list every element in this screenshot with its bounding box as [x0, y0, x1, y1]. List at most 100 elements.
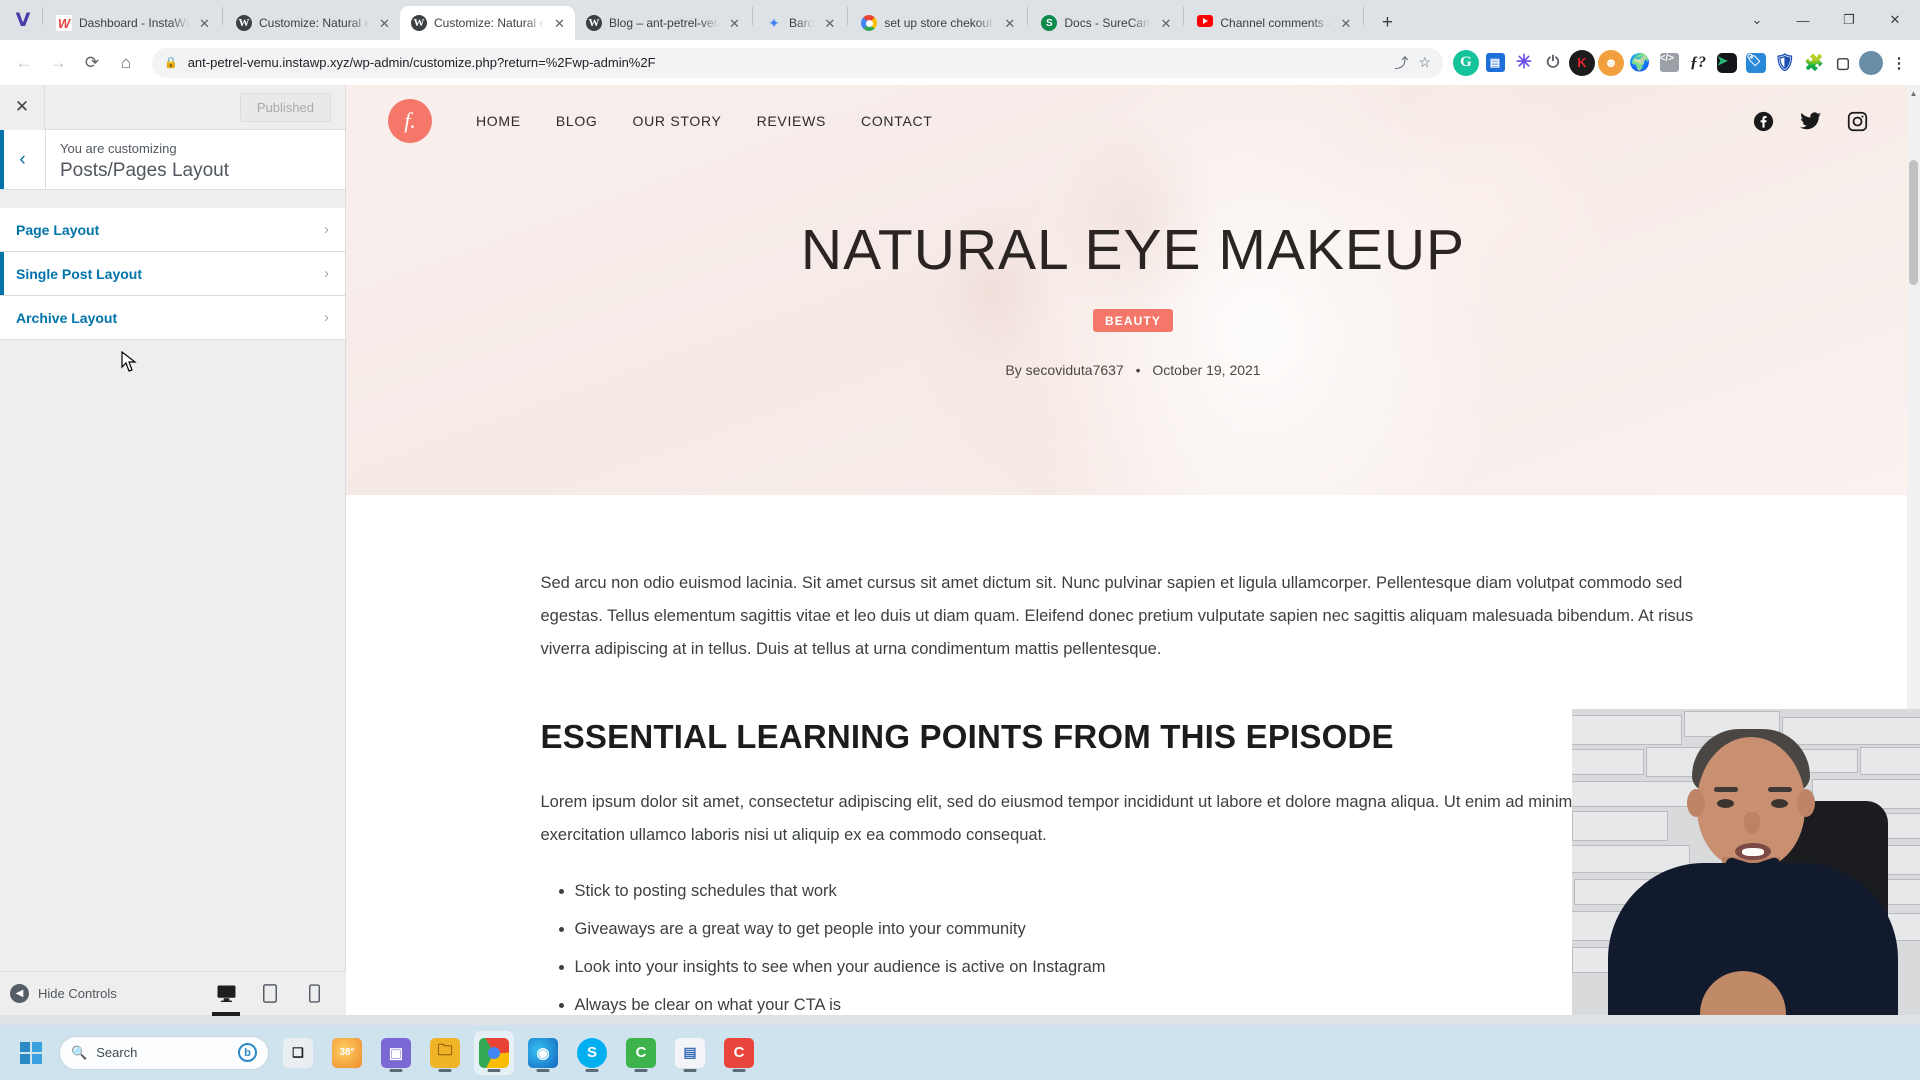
tab-title: Customize: Natural eye m — [434, 16, 544, 30]
browser-tab-0[interactable]: W Dashboard - InstaWP ✕ — [45, 6, 220, 40]
tablet-preview-icon[interactable] — [248, 972, 292, 1016]
tab-list-chevron-down-icon[interactable]: ⌄ — [1734, 4, 1780, 36]
taskview-button[interactable]: ❑ — [278, 1031, 318, 1075]
close-icon[interactable]: ✕ — [196, 15, 213, 32]
person-ear-right — [1797, 789, 1815, 817]
cursor-extension-icon[interactable]: ➤ — [1714, 50, 1740, 76]
new-tab-button[interactable]: + — [1372, 7, 1402, 37]
star-icon[interactable]: ☆ — [1418, 54, 1431, 71]
nav-link-reviews[interactable]: REVIEWS — [757, 113, 826, 129]
back-chevron-icon[interactable]: ‹ — [0, 130, 46, 189]
tag-extension-icon[interactable]: 🏷 — [1743, 50, 1769, 76]
edge-taskbar-icon[interactable]: ◉ — [523, 1031, 563, 1075]
running-indicator — [487, 1068, 501, 1072]
site-logo[interactable]: f. — [388, 99, 432, 143]
nav-link-our-story[interactable]: OUR STORY — [633, 113, 722, 129]
sidebar-item-label: Single Post Layout — [16, 265, 143, 282]
publish-button[interactable]: Published — [239, 92, 331, 122]
chevron-right-icon: › — [324, 309, 329, 326]
teams-icon: ▣ — [381, 1037, 411, 1068]
bot-extension-icon[interactable]: ☻ — [1598, 49, 1624, 76]
profile-avatar-icon[interactable] — [1859, 50, 1883, 75]
puzzle-extensions-icon[interactable]: 🧩 — [1801, 50, 1827, 76]
code-extension-icon[interactable]: </> — [1656, 50, 1682, 76]
weather-widget[interactable]: 38° — [327, 1031, 367, 1075]
hide-controls-button[interactable]: ◀ Hide Controls — [10, 984, 117, 1003]
close-icon[interactable]: ✕ — [1337, 15, 1354, 32]
browser-tab-5[interactable]: set up store chekout form ✕ — [850, 6, 1025, 40]
sidepanel-icon[interactable]: ▢ — [1830, 50, 1856, 76]
close-icon[interactable]: ✕ — [1157, 15, 1174, 32]
tab-title: Docs - SureCart — [1064, 16, 1151, 30]
skype-taskbar-icon[interactable]: S — [572, 1031, 612, 1075]
close-icon[interactable]: ✕ — [821, 15, 838, 32]
list-item: Always be clear on what your CTA is — [575, 994, 1731, 1015]
list-item: Stick to posting schedules that work — [575, 880, 1731, 904]
bing-copilot-icon[interactable]: b — [238, 1043, 257, 1062]
fonts-ninja-extension-icon[interactable]: ƒ? — [1685, 50, 1711, 76]
folder-icon: 🗀 — [430, 1037, 460, 1068]
reload-icon[interactable]: ⟳ — [76, 47, 108, 79]
maximize-button[interactable]: ❐ — [1826, 4, 1872, 36]
hide-controls-label: Hide Controls — [38, 986, 117, 1001]
close-icon[interactable]: ✕ — [1001, 15, 1018, 32]
power-extension-icon[interactable]: ⏻ — [1540, 50, 1566, 76]
notepad-taskbar-icon[interactable]: ▤ — [670, 1031, 710, 1075]
zenmate-vpn-extension-icon[interactable]: 🛡 — [1772, 50, 1798, 76]
camtasia-taskbar-icon[interactable]: C — [621, 1031, 661, 1075]
chrome-menu-icon[interactable]: ⋮ — [1886, 50, 1912, 76]
kinsta-extension-icon[interactable]: K — [1569, 49, 1595, 76]
twitter-icon[interactable] — [1800, 111, 1821, 132]
close-window-button[interactable]: ✕ — [1872, 4, 1918, 36]
mobile-preview-icon[interactable] — [292, 972, 336, 1016]
share-icon[interactable]: ⤴ — [1394, 53, 1408, 73]
nav-link-blog[interactable]: BLOG — [556, 113, 598, 129]
sidebar-item-single-post-layout[interactable]: Single Post Layout › — [0, 252, 345, 296]
customizer-bottom-bar: ◀ Hide Controls — [0, 971, 346, 1016]
nav-link-home[interactable]: HOME — [476, 113, 521, 129]
tab-divider — [1027, 6, 1029, 25]
running-indicator — [634, 1068, 648, 1072]
sidebar-item-page-layout[interactable]: Page Layout › — [0, 208, 345, 252]
category-badge[interactable]: BEAUTY — [1093, 309, 1173, 332]
camtasia-recorder-icon: C — [724, 1037, 754, 1068]
sidebar-item-archive-layout[interactable]: Archive Layout › — [0, 296, 345, 340]
edge-icon: ◉ — [528, 1037, 558, 1068]
youtube-icon — [1197, 15, 1214, 31]
close-icon[interactable]: ✕ — [726, 15, 743, 32]
teams-taskbar-icon[interactable]: ▣ — [376, 1031, 416, 1075]
windows-taskbar: 🔍 Search b ❑ 38° ▣ 🗀 ◉ S C ▤ C — [0, 1025, 1920, 1080]
browser-tab-7[interactable]: Channel comments & me ✕ — [1186, 6, 1361, 40]
instawp-icon: W — [56, 15, 72, 31]
file-explorer-taskbar-icon[interactable]: 🗀 — [425, 1031, 465, 1075]
close-customizer-button[interactable]: ✕ — [0, 84, 45, 130]
forward-icon[interactable]: → — [42, 47, 74, 79]
close-icon[interactable]: ✕ — [376, 15, 393, 32]
panel-title-group: You are customizing Posts/Pages Layout — [46, 130, 229, 189]
grammarly-extension-icon[interactable]: G — [1453, 49, 1479, 76]
chrome-taskbar-icon[interactable] — [474, 1030, 514, 1075]
search-input[interactable]: 🔍 Search b — [59, 1035, 269, 1070]
close-icon[interactable]: ✕ — [551, 15, 568, 32]
nav-link-contact[interactable]: CONTACT — [861, 113, 933, 129]
browser-tab-6[interactable]: S Docs - SureCart ✕ — [1030, 6, 1181, 40]
browser-tab-3[interactable]: W Blog – ant-petrel-vemu.in ✕ — [575, 6, 750, 40]
start-button[interactable] — [14, 1036, 48, 1070]
desktop-preview-icon[interactable] — [204, 972, 248, 1016]
address-bar[interactable]: 🔒 ant-petrel-vemu.instawp.xyz/wp-admin/c… — [152, 47, 1443, 78]
profile-logo-icon: V — [15, 9, 31, 31]
back-icon[interactable]: ← — [8, 47, 40, 79]
sun-extension-icon[interactable]: ✳ — [1511, 50, 1537, 76]
browser-tab-1[interactable]: W Customize: Natural eye m ✕ — [225, 6, 400, 40]
wordpress-icon: W — [411, 15, 427, 31]
facebook-icon[interactable] — [1753, 111, 1774, 132]
globe-extension-icon[interactable]: 🌍 — [1627, 50, 1653, 76]
camtasia-recorder-taskbar-icon[interactable]: C — [719, 1031, 759, 1075]
browser-tab-2-active[interactable]: W Customize: Natural eye m ✕ — [400, 6, 575, 40]
google-icon — [861, 15, 878, 31]
instagram-icon[interactable] — [1847, 111, 1868, 132]
home-icon[interactable]: ⌂ — [110, 47, 142, 79]
lastpass-extension-icon[interactable]: ▤ — [1482, 50, 1508, 76]
minimize-button[interactable]: — — [1780, 4, 1826, 36]
browser-tab-4[interactable]: ✦ Bard ✕ — [755, 6, 845, 40]
